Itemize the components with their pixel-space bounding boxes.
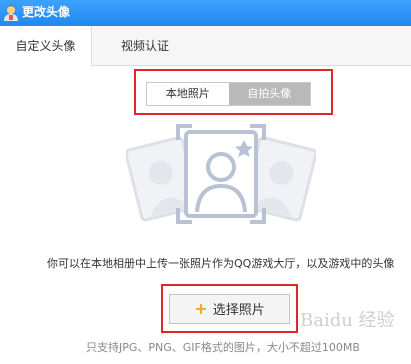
photo-source-toggle: 本地照片 自拍头像	[146, 82, 311, 106]
baidu-watermark: Baidu 经验	[300, 310, 395, 331]
selfie-avatar-option[interactable]: 自拍头像	[228, 83, 310, 105]
avatar-icon	[4, 5, 18, 21]
local-photo-option[interactable]: 本地照片	[147, 83, 229, 105]
upload-description: 你可以在本地相册中上传一张照片作为QQ游戏大厅，以及游戏中的头像	[47, 257, 395, 270]
plus-icon: +	[194, 299, 208, 318]
tab-custom-avatar[interactable]: 自定义头像	[0, 26, 92, 67]
avatar-placeholder-illustration	[126, 124, 316, 224]
choose-photo-label: 选择照片	[212, 303, 265, 318]
format-note: 只支持JPG、PNG、GIF格式的图片，大小不超过100MB	[86, 341, 360, 354]
tab-bar: 自定义头像 视频认证	[0, 26, 411, 67]
window-titlebar: 更改头像	[0, 0, 411, 26]
window-title: 更改头像	[22, 5, 71, 19]
tab-video-verification[interactable]: 视频认证	[110, 26, 180, 66]
choose-photo-button[interactable]: + 选择照片	[169, 294, 290, 324]
